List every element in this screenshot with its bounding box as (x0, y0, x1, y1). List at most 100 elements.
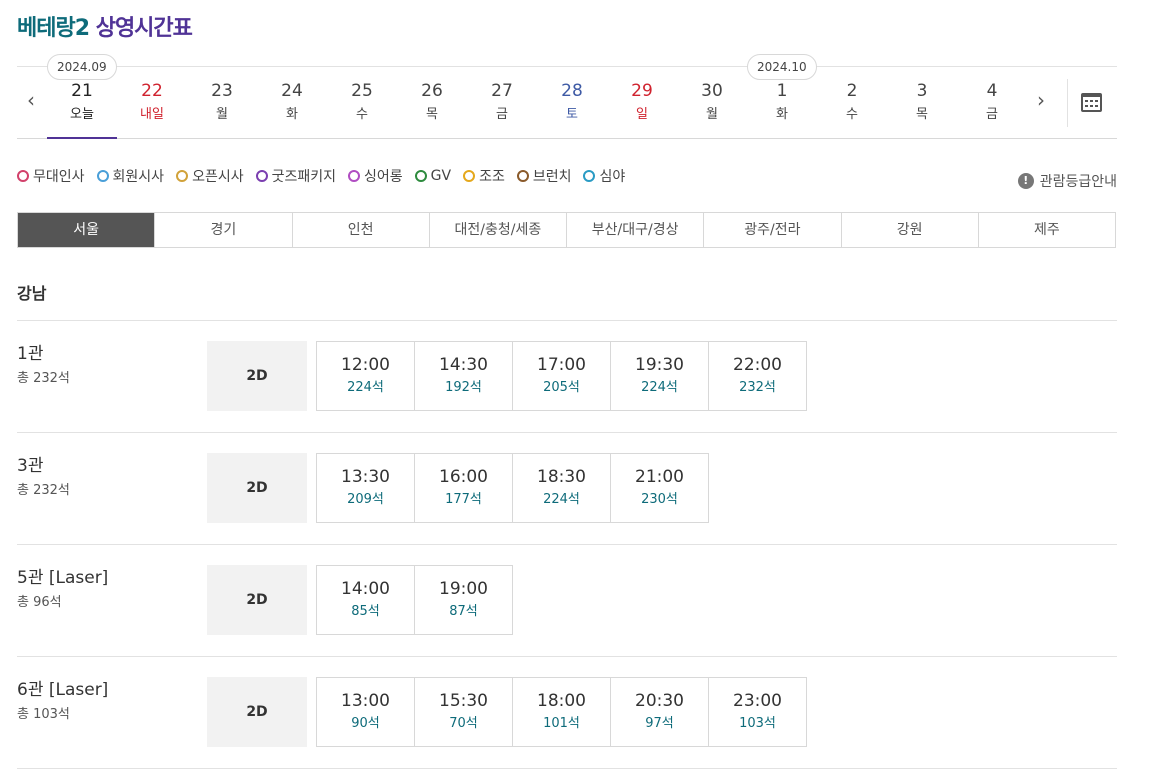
date-30[interactable]: 30 월 (677, 67, 747, 139)
showtime-list: 12:00 224석 14:30 192석 17:00 205석 19:30 224석 22:0… (316, 341, 807, 411)
region-tab[interactable]: 부산/대구/경상 (566, 213, 703, 247)
showtime-slot[interactable]: 22:00 232석 (708, 341, 807, 411)
showtime-time: 15:30 (439, 691, 488, 711)
available-seats: 224석 (347, 380, 384, 395)
date-25[interactable]: 25 수 (327, 67, 397, 139)
rating-guide-link[interactable]: ! 관람등급안내 (1017, 171, 1117, 191)
date-number: 28 (561, 81, 583, 101)
prev-dates-button[interactable]: ‹ (19, 89, 43, 113)
region-tab[interactable]: 강원 (840, 213, 978, 247)
date-number: 2 (846, 81, 858, 101)
date-weekday: 월 (216, 107, 228, 122)
date-23[interactable]: 23 월 (187, 67, 257, 139)
date-29[interactable]: 29 일 (607, 67, 677, 139)
calendar-icon[interactable] (1081, 93, 1102, 112)
date-number: 4 (986, 81, 998, 101)
showtime-slot[interactable]: 18:30 224석 (512, 453, 611, 523)
screen-name: 1관 (17, 344, 44, 364)
screen-total-seats: 총 96석 (17, 595, 62, 610)
date-number: 24 (281, 81, 303, 101)
date-weekday: 수 (356, 107, 368, 122)
showtime-slot[interactable]: 14:00 85석 (316, 565, 415, 635)
showtime-time: 18:30 (537, 467, 586, 487)
showtime-slot[interactable]: 13:00 90석 (316, 677, 415, 747)
available-seats: 224석 (641, 380, 678, 395)
screen-total-seats: 총 232석 (17, 371, 70, 386)
showtime-slot[interactable]: 16:00 177석 (414, 453, 513, 523)
next-dates-button[interactable]: › (1029, 89, 1053, 113)
showtime-time: 12:00 (341, 355, 390, 375)
available-seats: 87석 (449, 604, 478, 619)
date-number: 23 (211, 81, 233, 101)
showtime-slot[interactable]: 18:00 101석 (512, 677, 611, 747)
showtime-slot[interactable]: 13:30 209석 (316, 453, 415, 523)
legend-label: 무대인사 (33, 169, 85, 185)
legend-label: 회원시사 (112, 169, 165, 185)
date-weekday: 화 (286, 107, 298, 122)
showtime-slot[interactable]: 19:30 224석 (610, 341, 709, 411)
showtime-slot[interactable]: 20:30 97석 (610, 677, 709, 747)
date-weekday: 토 (566, 107, 578, 122)
date-number: 27 (491, 81, 513, 101)
date-3[interactable]: 3목 (887, 67, 957, 139)
showtime-slot[interactable]: 23:00 103석 (708, 677, 807, 747)
midnight-icon (583, 170, 596, 182)
divider (1067, 79, 1068, 127)
member-preview-icon (96, 170, 109, 182)
showtime-time: 14:30 (439, 355, 488, 375)
region-tab[interactable]: 서울 (18, 213, 155, 247)
date-weekday: 수 (846, 107, 858, 122)
region-tab[interactable]: 제주 (977, 213, 1115, 247)
date-28[interactable]: 28 토 (537, 67, 607, 139)
legend-label: 조조 (479, 169, 505, 185)
showtime-time: 20:30 (635, 691, 684, 711)
showtime-slot[interactable]: 15:30 70석 (414, 677, 513, 747)
screen-total-seats: 총 232석 (17, 483, 70, 498)
date-number: 30 (701, 81, 723, 101)
theater-name: 강남 (17, 284, 47, 303)
rating-guide-label: 관람등급안내 (1039, 174, 1117, 190)
format-badge: 2D (207, 453, 307, 523)
date-26[interactable]: 26 목 (397, 67, 467, 139)
available-seats: 177석 (445, 492, 482, 507)
showtime-time: 13:30 (341, 467, 390, 487)
date-number: 3 (916, 81, 928, 101)
region-tab[interactable]: 대전/충청/세종 (428, 213, 566, 247)
showtime-slot[interactable]: 21:00 230석 (610, 453, 709, 523)
available-seats: 97석 (645, 716, 674, 731)
showtime-list: 13:00 90석 15:30 70석 18:00 101석 20:30 97석 23:00 10… (316, 677, 807, 747)
date-number: 26 (421, 81, 443, 101)
region-tabs: 서울 경기 인천 대전/충청/세종 부산/대구/경상 광주/전라 강원 제주 (17, 212, 1116, 248)
gv-icon (414, 170, 427, 182)
showtime-time: 23:00 (733, 691, 782, 711)
region-tab[interactable]: 광주/전라 (703, 213, 840, 247)
showtime-time: 19:00 (439, 579, 488, 599)
date-22[interactable]: 22 내일 (117, 67, 187, 139)
date-24[interactable]: 24 화 (257, 67, 327, 139)
info-icon: ! (1017, 173, 1034, 189)
available-seats: 224석 (543, 492, 580, 507)
date-weekday: 오늘 (70, 107, 94, 122)
date-weekday: 월 (706, 107, 718, 122)
showtime-time: 22:00 (733, 355, 782, 375)
legend-label: 심야 (599, 169, 626, 185)
legend-label: 굿즈패키지 (271, 169, 336, 185)
goods-package-icon (255, 170, 268, 182)
showtime-time: 21:00 (635, 467, 684, 487)
region-tab[interactable]: 인천 (291, 213, 429, 247)
showtime-slot[interactable]: 14:30 192석 (414, 341, 513, 411)
date-2[interactable]: 2수 (817, 67, 887, 139)
showtime-slot[interactable]: 12:00 224석 (316, 341, 415, 411)
region-tab[interactable]: 경기 (154, 213, 291, 247)
showtime-time: 19:30 (635, 355, 684, 375)
screen-row: 6관 [Laser] 총 103석 2D 13:00 90석 15:30 70석 18:00 1… (17, 656, 1117, 768)
date-27[interactable]: 27 금 (467, 67, 537, 139)
date-4[interactable]: 4금 (957, 67, 1027, 139)
showtime-slot[interactable]: 19:00 87석 (414, 565, 513, 635)
showtime-slot[interactable]: 17:00 205석 (512, 341, 611, 411)
date-strip: 2024.09 2024.10 ‹ › 21 오늘 22 내일 23 월 24 화 25 수 26 목… (17, 54, 1117, 139)
title-suffix: 상영시간표 (95, 16, 193, 41)
legend-item: 굿즈패키지 (255, 166, 336, 186)
available-seats: 209석 (347, 492, 384, 507)
available-seats: 85석 (351, 604, 380, 619)
